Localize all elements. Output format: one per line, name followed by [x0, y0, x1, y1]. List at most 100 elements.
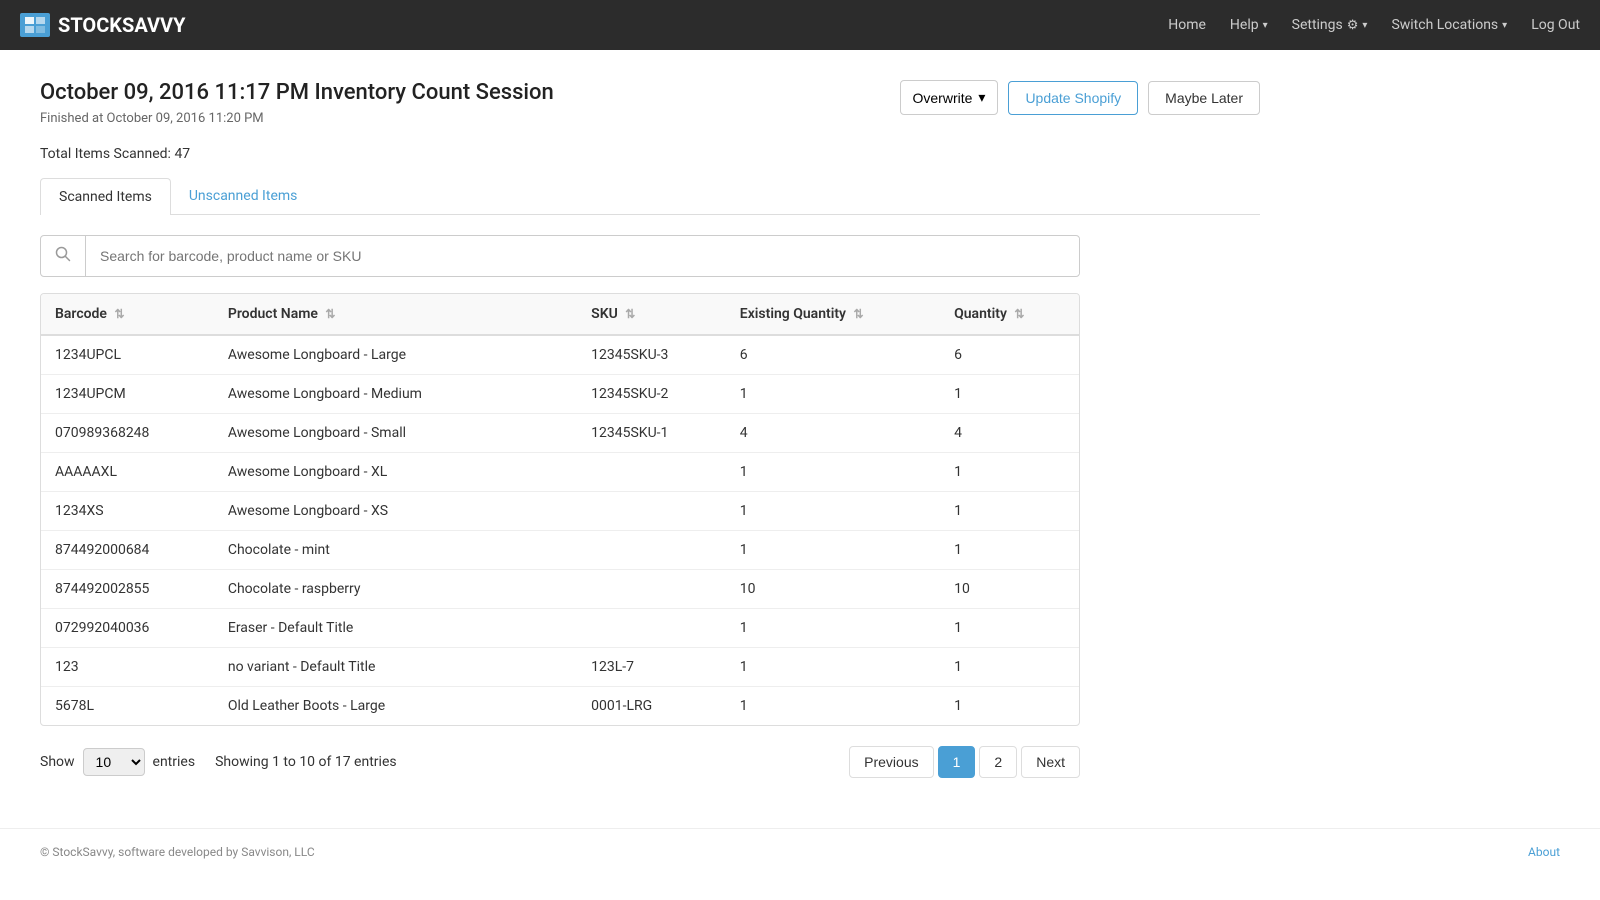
page-header: October 09, 2016 11:17 PM Inventory Coun…	[40, 80, 1260, 126]
search-icon	[41, 236, 86, 276]
cell-existing-qty: 4	[726, 414, 940, 453]
entries-select[interactable]: 10 25 50 100	[83, 748, 145, 776]
pagination: Previous 1 2 Next	[849, 746, 1080, 778]
cell-qty: 1	[940, 375, 1079, 414]
table-row: 1234XS Awesome Longboard - XS 1 1	[41, 492, 1079, 531]
entries-info: Showing 1 to 10 of 17 entries	[215, 754, 397, 770]
cell-product-name: Chocolate - mint	[214, 531, 577, 570]
cell-barcode: 1234XS	[41, 492, 214, 531]
col-qty[interactable]: Quantity ⇅	[940, 294, 1079, 335]
overwrite-caret-icon: ▾	[978, 89, 985, 106]
page-footer: © StockSavvy, software developed by Savv…	[0, 828, 1600, 875]
next-button[interactable]: Next	[1021, 746, 1080, 778]
nav-home[interactable]: Home	[1168, 17, 1206, 33]
page-2-button[interactable]: 2	[979, 746, 1017, 778]
update-shopify-button[interactable]: Update Shopify	[1008, 81, 1138, 115]
settings-gear-icon: ⚙	[1347, 18, 1359, 33]
total-items-summary: Total Items Scanned: 47	[40, 146, 1260, 162]
table-row: 070989368248 Awesome Longboard - Small 1…	[41, 414, 1079, 453]
cell-existing-qty: 1	[726, 687, 940, 726]
qty-sort-icon: ⇅	[1014, 307, 1024, 321]
settings-caret-icon: ▾	[1362, 20, 1367, 31]
table-row: AAAAAXL Awesome Longboard - XL 1 1	[41, 453, 1079, 492]
cell-product-name: Awesome Longboard - Small	[214, 414, 577, 453]
cell-product-name: Eraser - Default Title	[214, 609, 577, 648]
cell-barcode: 874492002855	[41, 570, 214, 609]
navbar: STOCKSAVVY Home Help ▾ Settings ⚙ ▾ Swit…	[0, 0, 1600, 50]
cell-barcode: 874492000684	[41, 531, 214, 570]
maybe-later-button[interactable]: Maybe Later	[1148, 81, 1260, 115]
search-input[interactable]	[86, 238, 1079, 274]
table-row: 1234UPCL Awesome Longboard - Large 12345…	[41, 335, 1079, 375]
previous-button[interactable]: Previous	[849, 746, 933, 778]
cell-existing-qty: 6	[726, 335, 940, 375]
table-row: 072992040036 Eraser - Default Title 1 1	[41, 609, 1079, 648]
cell-sku	[577, 453, 726, 492]
cell-existing-qty: 10	[726, 570, 940, 609]
cell-sku	[577, 492, 726, 531]
table-row: 874492002855 Chocolate - raspberry 10 10	[41, 570, 1079, 609]
cell-barcode: 070989368248	[41, 414, 214, 453]
table-row: 1234UPCM Awesome Longboard - Medium 1234…	[41, 375, 1079, 414]
table-row: 874492000684 Chocolate - mint 1 1	[41, 531, 1079, 570]
cell-product-name: Awesome Longboard - XS	[214, 492, 577, 531]
copyright-text: © StockSavvy, software developed by Savv…	[40, 845, 315, 859]
table-body: 1234UPCL Awesome Longboard - Large 12345…	[41, 335, 1079, 725]
brand-name: STOCKSAVVY	[58, 13, 186, 37]
table-row: 123 no variant - Default Title 123L-7 1 …	[41, 648, 1079, 687]
cell-sku: 12345SKU-3	[577, 335, 726, 375]
cell-barcode: 072992040036	[41, 609, 214, 648]
nav-help[interactable]: Help ▾	[1230, 17, 1268, 33]
col-sku[interactable]: SKU ⇅	[577, 294, 726, 335]
barcode-sort-icon: ⇅	[114, 307, 124, 321]
tabs: Scanned Items Unscanned Items	[40, 178, 1260, 215]
cell-product-name: Old Leather Boots - Large	[214, 687, 577, 726]
overwrite-button[interactable]: Overwrite ▾	[900, 80, 999, 115]
nav-settings[interactable]: Settings ⚙ ▾	[1292, 17, 1368, 33]
page-header-left: October 09, 2016 11:17 PM Inventory Coun…	[40, 80, 554, 126]
tab-scanned-items[interactable]: Scanned Items	[40, 178, 171, 215]
main-content: October 09, 2016 11:17 PM Inventory Coun…	[0, 50, 1300, 798]
cell-sku	[577, 531, 726, 570]
cell-qty: 1	[940, 609, 1079, 648]
brand-logo[interactable]: STOCKSAVVY	[20, 13, 186, 37]
cell-existing-qty: 1	[726, 531, 940, 570]
cell-product-name: Awesome Longboard - Medium	[214, 375, 577, 414]
cell-qty: 1	[940, 531, 1079, 570]
col-barcode[interactable]: Barcode ⇅	[41, 294, 214, 335]
cell-product-name: no variant - Default Title	[214, 648, 577, 687]
table-header: Barcode ⇅ Product Name ⇅ SKU ⇅ Existing …	[41, 294, 1079, 335]
search-bar	[40, 235, 1080, 277]
cell-barcode: 1234UPCL	[41, 335, 214, 375]
cell-sku: 123L-7	[577, 648, 726, 687]
cell-qty: 1	[940, 453, 1079, 492]
product-name-sort-icon: ⇅	[325, 307, 335, 321]
nav-switch-locations[interactable]: Switch Locations ▾	[1391, 17, 1507, 33]
cell-qty: 10	[940, 570, 1079, 609]
cell-qty: 1	[940, 687, 1079, 726]
table-row: 5678L Old Leather Boots - Large 0001-LRG…	[41, 687, 1079, 726]
cell-sku: 0001-LRG	[577, 687, 726, 726]
page-1-button[interactable]: 1	[938, 746, 976, 778]
brand-icon	[20, 13, 50, 37]
cell-product-name: Awesome Longboard - Large	[214, 335, 577, 375]
about-link[interactable]: About	[1528, 845, 1560, 859]
col-existing-qty[interactable]: Existing Quantity ⇅	[726, 294, 940, 335]
cell-qty: 6	[940, 335, 1079, 375]
cell-product-name: Chocolate - raspberry	[214, 570, 577, 609]
cell-existing-qty: 1	[726, 648, 940, 687]
nav-logout[interactable]: Log Out	[1531, 17, 1580, 33]
cell-barcode: AAAAAXL	[41, 453, 214, 492]
existing-qty-sort-icon: ⇅	[854, 307, 864, 321]
entries-label: entries	[153, 754, 196, 770]
help-caret-icon: ▾	[1263, 20, 1268, 31]
tab-unscanned-items[interactable]: Unscanned Items	[171, 178, 316, 215]
col-product-name[interactable]: Product Name ⇅	[214, 294, 577, 335]
total-items-label: Total Items Scanned:	[40, 146, 171, 162]
sku-sort-icon: ⇅	[625, 307, 635, 321]
nav-links: Home Help ▾ Settings ⚙ ▾ Switch Location…	[1168, 17, 1580, 33]
cell-existing-qty: 1	[726, 492, 940, 531]
items-table: Barcode ⇅ Product Name ⇅ SKU ⇅ Existing …	[40, 293, 1080, 726]
cell-existing-qty: 1	[726, 453, 940, 492]
cell-qty: 4	[940, 414, 1079, 453]
